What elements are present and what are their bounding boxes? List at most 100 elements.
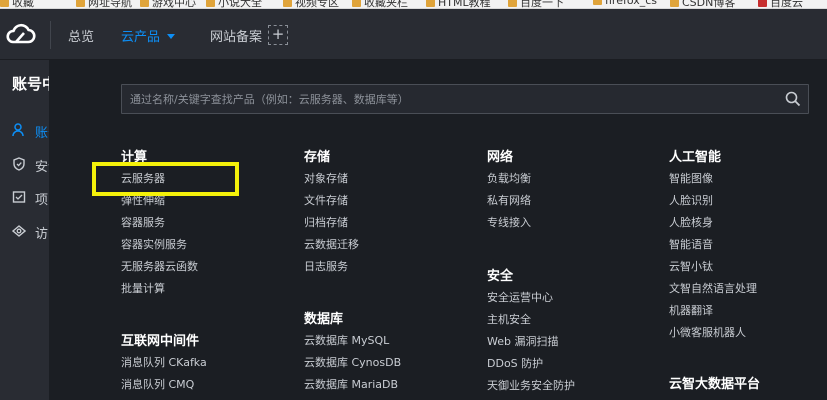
product-link[interactable]: 小微客服机器人 — [669, 325, 827, 347]
product-link[interactable]: DDoS 防护 — [487, 356, 662, 378]
top-navbar: 总览 云产品 网站备案 + — [0, 9, 827, 60]
navbar-divider — [50, 21, 51, 49]
category-heading: 互联网中间件 — [121, 334, 200, 349]
product-link[interactable]: 天御业务安全防护 — [487, 378, 662, 400]
product-link[interactable]: 日志服务 — [304, 259, 479, 281]
cloud-logo-icon[interactable] — [3, 21, 37, 47]
sidebar-title: 账号中心 — [12, 75, 49, 93]
category-items: 负载均衡 私有网络 专线接入 — [487, 171, 662, 237]
bookmark-icon — [593, 0, 602, 5]
category-items: 消息队列 CKafka 消息队列 CMQ — [121, 355, 296, 399]
search-icon[interactable] — [785, 91, 801, 107]
product-link[interactable]: 专线接入 — [487, 215, 662, 237]
product-link[interactable]: 智能语音 — [669, 237, 827, 259]
category-group: 数据库 云数据库 MySQL 云数据库 CynosDB 云数据库 MariaDB — [304, 308, 479, 399]
product-link[interactable]: 主机安全 — [487, 312, 662, 334]
product-link[interactable]: 人脸识别 — [669, 193, 827, 215]
bookmark-icon — [206, 0, 215, 7]
category-heading: 人工智能 — [669, 150, 722, 165]
product-link-cvm[interactable]: 云服务器 — [121, 171, 296, 193]
category-heading: 云智大数据平台 — [669, 377, 761, 392]
bookmark-item[interactable]: 百度云 — [758, 0, 803, 8]
sidebar-item-label: 安全设置 — [35, 160, 49, 175]
bookmark-icon — [758, 0, 767, 7]
product-search-input[interactable] — [122, 85, 772, 113]
bookmark-item[interactable]: 百度一下 — [508, 0, 564, 8]
access-icon — [12, 225, 26, 237]
product-link[interactable]: 智能图像 — [669, 171, 827, 193]
sidebar-item-label: 项目管理 — [35, 193, 49, 208]
add-shortcut-button[interactable]: + — [268, 25, 288, 45]
category-items: 安全运营中心 主机安全 Web 漏洞扫描 DDoS 防护 天御业务安全防护 — [487, 290, 662, 400]
category-group: 人工智能 智能图像 人脸识别 人脸核身 智能语音 云智小钛 文智自然语言处理 机… — [669, 146, 827, 347]
product-link[interactable]: 人脸核身 — [669, 215, 827, 237]
bookmark-icon — [140, 0, 149, 7]
bookmarks-bar: 收藏 网址导航 游戏中心 小说大全 视频专区 收藏夹栏 HTML教程 百度一下 … — [0, 0, 827, 9]
bookmark-item[interactable]: 游戏中心 — [140, 0, 196, 8]
bookmark-icon — [352, 0, 361, 7]
app-root: 收藏 网址导航 游戏中心 小说大全 视频专区 收藏夹栏 HTML教程 百度一下 … — [0, 0, 827, 400]
product-link[interactable]: 容器服务 — [121, 215, 296, 237]
category-heading: 网络 — [487, 150, 514, 165]
bookmark-icon — [508, 0, 517, 7]
category-items: 智能图像 人脸识别 人脸核身 智能语音 云智小钛 文智自然语言处理 机器翻译 小… — [669, 171, 827, 347]
category-group: 存储 对象存储 文件存储 归档存储 云数据迁移 日志服务 — [304, 146, 479, 281]
bookmark-item[interactable]: 收藏夹栏 — [352, 0, 408, 8]
product-link[interactable]: 消息队列 CMQ — [121, 377, 296, 399]
category-items: 云数据库 MySQL 云数据库 CynosDB 云数据库 MariaDB — [304, 333, 479, 399]
bookmark-item[interactable]: firefox_cs — [593, 0, 657, 7]
user-icon — [12, 123, 24, 137]
sidebar-item-label: 访问管理 — [35, 227, 49, 242]
category-group: 云智大数据平台 — [669, 373, 827, 393]
product-link[interactable]: 云数据库 MariaDB — [304, 377, 479, 399]
bookmark-icon — [670, 0, 679, 7]
category-group: 安全 安全运营中心 主机安全 Web 漏洞扫描 DDoS 防护 天御业务安全防护 — [487, 265, 662, 400]
sidebar-item-label: 账号信息 — [35, 126, 49, 141]
caret-down-icon — [167, 34, 176, 39]
product-link[interactable]: 归档存储 — [304, 215, 479, 237]
nav-site-filing[interactable]: 网站备案 — [210, 26, 262, 45]
product-link[interactable]: 负载均衡 — [487, 171, 662, 193]
product-link[interactable]: 文件存储 — [304, 193, 479, 215]
product-link[interactable]: 批量计算 — [121, 281, 296, 303]
category-items: 云服务器 弹性伸缩 容器服务 容器实例服务 无服务器云函数 批量计算 — [121, 171, 296, 303]
product-link[interactable]: 机器翻译 — [669, 303, 827, 325]
bookmark-item[interactable]: 网址导航 — [76, 0, 132, 8]
bookmark-item[interactable]: 小说大全 — [206, 0, 262, 8]
bookmark-icon — [283, 0, 292, 7]
category-heading: 安全 — [487, 269, 514, 284]
products-panel: 计算 云服务器 弹性伸缩 容器服务 容器实例服务 无服务器云函数 批量计算 互联… — [49, 60, 827, 400]
nav-cloud-products-label: 云产品 — [121, 30, 161, 45]
product-link[interactable]: 无服务器云函数 — [121, 259, 296, 281]
project-icon — [12, 191, 26, 203]
bookmark-item[interactable]: CSDN博客 — [670, 0, 735, 8]
product-link[interactable]: 云数据库 CynosDB — [304, 355, 479, 377]
bookmark-icon — [426, 0, 435, 7]
product-link[interactable]: 弹性伸缩 — [121, 193, 296, 215]
bookmark-item[interactable]: 收藏 — [0, 0, 34, 8]
product-link[interactable]: 云数据库 MySQL — [304, 333, 479, 355]
product-link[interactable]: 私有网络 — [487, 193, 662, 215]
category-heading: 存储 — [304, 150, 331, 165]
category-items: 对象存储 文件存储 归档存储 云数据迁移 日志服务 — [304, 171, 479, 281]
product-link[interactable]: Web 漏洞扫描 — [487, 334, 662, 356]
category-group: 互联网中间件 消息队列 CKafka 消息队列 CMQ — [121, 330, 296, 399]
product-link[interactable]: 容器实例服务 — [121, 237, 296, 259]
left-sidebar: 账号中心 账号信息 安全设置 项目管理 访问管理 — [0, 60, 49, 400]
nav-overview[interactable]: 总览 — [68, 26, 94, 45]
product-link[interactable]: 云智小钛 — [669, 259, 827, 281]
product-link[interactable]: 文智自然语言处理 — [669, 281, 827, 303]
category-heading: 计算 — [121, 150, 148, 165]
category-group: 网络 负载均衡 私有网络 专线接入 — [487, 146, 662, 237]
bookmark-item[interactable]: 视频专区 — [283, 0, 339, 8]
bookmark-icon — [0, 0, 9, 7]
nav-cloud-products[interactable]: 云产品 — [121, 26, 176, 45]
shield-icon — [13, 157, 25, 171]
bookmark-icon — [76, 0, 85, 7]
product-link[interactable]: 消息队列 CKafka — [121, 355, 296, 377]
product-link[interactable]: 云数据迁移 — [304, 237, 479, 259]
category-heading: 数据库 — [304, 312, 344, 327]
bookmark-item[interactable]: HTML教程 — [426, 0, 491, 8]
product-link[interactable]: 对象存储 — [304, 171, 479, 193]
product-link[interactable]: 安全运营中心 — [487, 290, 662, 312]
